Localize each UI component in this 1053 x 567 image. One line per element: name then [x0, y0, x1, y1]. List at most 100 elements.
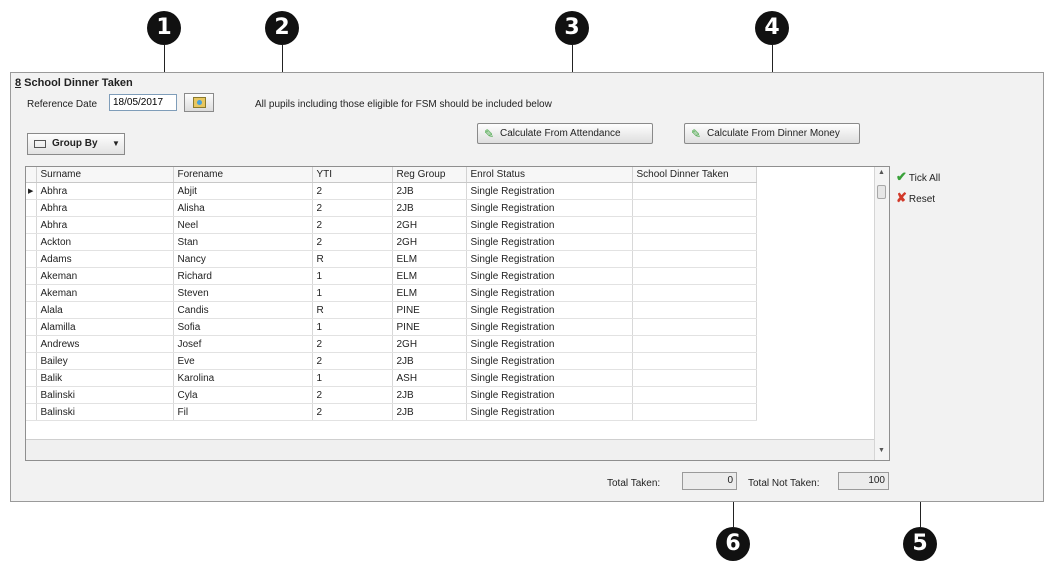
cell-school-dinner-taken[interactable]: [632, 318, 757, 336]
cell-enrol-status[interactable]: Single Registration: [466, 182, 633, 200]
cell-reg-group[interactable]: 2JB: [392, 403, 467, 421]
table-row[interactable]: Andrews Josef 2 2GH Single Registration: [26, 335, 757, 353]
cell-yti[interactable]: 2: [312, 386, 393, 404]
cell-surname[interactable]: Adams: [36, 250, 174, 268]
cell-surname[interactable]: Abhra: [36, 182, 174, 200]
cell-reg-group[interactable]: PINE: [392, 301, 467, 319]
cell-reg-group[interactable]: 2GH: [392, 335, 467, 353]
cell-surname[interactable]: Balinski: [36, 403, 174, 421]
cell-yti[interactable]: 1: [312, 267, 393, 285]
cell-enrol-status[interactable]: Single Registration: [466, 301, 633, 319]
cell-yti[interactable]: 2: [312, 403, 393, 421]
row-selector[interactable]: [26, 403, 37, 421]
cell-reg-group[interactable]: ELM: [392, 284, 467, 302]
cell-forename[interactable]: Karolina: [173, 369, 313, 387]
table-row[interactable]: Akeman Richard 1 ELM Single Registration: [26, 267, 757, 285]
row-selector[interactable]: [26, 216, 37, 234]
cell-yti[interactable]: 1: [312, 284, 393, 302]
cell-forename[interactable]: Sofia: [173, 318, 313, 336]
column-header-school-dinner-taken[interactable]: School Dinner Taken: [632, 167, 757, 183]
cell-school-dinner-taken[interactable]: [632, 250, 757, 268]
cell-forename[interactable]: Josef: [173, 335, 313, 353]
cell-enrol-status[interactable]: Single Registration: [466, 284, 633, 302]
cell-forename[interactable]: Stan: [173, 233, 313, 251]
cell-forename[interactable]: Candis: [173, 301, 313, 319]
cell-yti[interactable]: 2: [312, 199, 393, 217]
cell-school-dinner-taken[interactable]: [632, 199, 757, 217]
cell-forename[interactable]: Eve: [173, 352, 313, 370]
cell-enrol-status[interactable]: Single Registration: [466, 335, 633, 353]
column-header-yti[interactable]: YTI: [312, 167, 393, 183]
cell-enrol-status[interactable]: Single Registration: [466, 233, 633, 251]
table-row[interactable]: Alala Candis R PINE Single Registration: [26, 301, 757, 319]
row-selector[interactable]: ▶: [26, 182, 37, 200]
cell-school-dinner-taken[interactable]: [632, 216, 757, 234]
row-selector[interactable]: [26, 318, 37, 336]
cell-reg-group[interactable]: ASH: [392, 369, 467, 387]
cell-school-dinner-taken[interactable]: [632, 233, 757, 251]
row-selector[interactable]: [26, 352, 37, 370]
scroll-down-icon[interactable]: ▼: [878, 447, 885, 454]
cell-yti[interactable]: R: [312, 250, 393, 268]
table-row[interactable]: Abhra Neel 2 2GH Single Registration: [26, 216, 757, 234]
cell-reg-group[interactable]: 2JB: [392, 182, 467, 200]
cell-yti[interactable]: 2: [312, 233, 393, 251]
cell-surname[interactable]: Akeman: [36, 267, 174, 285]
cell-surname[interactable]: Bailey: [36, 352, 174, 370]
column-header-surname[interactable]: Surname: [36, 167, 174, 183]
cell-enrol-status[interactable]: Single Registration: [466, 386, 633, 404]
cell-enrol-status[interactable]: Single Registration: [466, 318, 633, 336]
table-row[interactable]: Akeman Steven 1 ELM Single Registration: [26, 284, 757, 302]
row-selector[interactable]: [26, 284, 37, 302]
vertical-scrollbar[interactable]: ▲ ▼: [874, 167, 889, 460]
scroll-up-icon[interactable]: ▲: [878, 169, 885, 176]
table-row[interactable]: ▶ Abhra Abjit 2 2JB Single Registration: [26, 182, 757, 200]
cell-enrol-status[interactable]: Single Registration: [466, 250, 633, 268]
table-row[interactable]: Alamilla Sofia 1 PINE Single Registration: [26, 318, 757, 336]
table-row[interactable]: Adams Nancy R ELM Single Registration: [26, 250, 757, 268]
cell-surname[interactable]: Balinski: [36, 386, 174, 404]
cell-surname[interactable]: Balik: [36, 369, 174, 387]
cell-surname[interactable]: Abhra: [36, 199, 174, 217]
cell-enrol-status[interactable]: Single Registration: [466, 403, 633, 421]
cell-forename[interactable]: Richard: [173, 267, 313, 285]
cell-surname[interactable]: Andrews: [36, 335, 174, 353]
cell-school-dinner-taken[interactable]: [632, 352, 757, 370]
cell-school-dinner-taken[interactable]: [632, 301, 757, 319]
cell-school-dinner-taken[interactable]: [632, 284, 757, 302]
cell-surname[interactable]: Alala: [36, 301, 174, 319]
cell-school-dinner-taken[interactable]: [632, 267, 757, 285]
calculate-from-dinner-money-button[interactable]: ✎ Calculate From Dinner Money: [684, 123, 860, 144]
column-header-reg-group[interactable]: Reg Group: [392, 167, 467, 183]
cell-school-dinner-taken[interactable]: [632, 369, 757, 387]
cell-enrol-status[interactable]: Single Registration: [466, 352, 633, 370]
cell-enrol-status[interactable]: Single Registration: [466, 267, 633, 285]
cell-surname[interactable]: Ackton: [36, 233, 174, 251]
cell-reg-group[interactable]: 2JB: [392, 352, 467, 370]
calculate-from-attendance-button[interactable]: ✎ Calculate From Attendance: [477, 123, 653, 144]
cell-forename[interactable]: Nancy: [173, 250, 313, 268]
cell-forename[interactable]: Abjit: [173, 182, 313, 200]
cell-yti[interactable]: 2: [312, 335, 393, 353]
cell-forename[interactable]: Neel: [173, 216, 313, 234]
table-row[interactable]: Balinski Fil 2 2JB Single Registration: [26, 403, 757, 421]
row-selector[interactable]: [26, 250, 37, 268]
cell-yti[interactable]: 2: [312, 182, 393, 200]
row-selector[interactable]: [26, 301, 37, 319]
table-row[interactable]: Balik Karolina 1 ASH Single Registration: [26, 369, 757, 387]
column-header-enrol-status[interactable]: Enrol Status: [466, 167, 633, 183]
reference-date-input[interactable]: [109, 94, 177, 111]
row-selector[interactable]: [26, 199, 37, 217]
group-by-dropdown[interactable]: Group By ▼: [27, 133, 125, 155]
cell-yti[interactable]: 1: [312, 318, 393, 336]
table-row[interactable]: Ackton Stan 2 2GH Single Registration: [26, 233, 757, 251]
cell-yti[interactable]: 2: [312, 216, 393, 234]
cell-reg-group[interactable]: ELM: [392, 250, 467, 268]
cell-school-dinner-taken[interactable]: [632, 182, 757, 200]
cell-enrol-status[interactable]: Single Registration: [466, 199, 633, 217]
cell-yti[interactable]: 2: [312, 352, 393, 370]
row-selector[interactable]: [26, 369, 37, 387]
cell-forename[interactable]: Steven: [173, 284, 313, 302]
scrollbar-thumb[interactable]: [877, 185, 886, 199]
cell-school-dinner-taken[interactable]: [632, 403, 757, 421]
